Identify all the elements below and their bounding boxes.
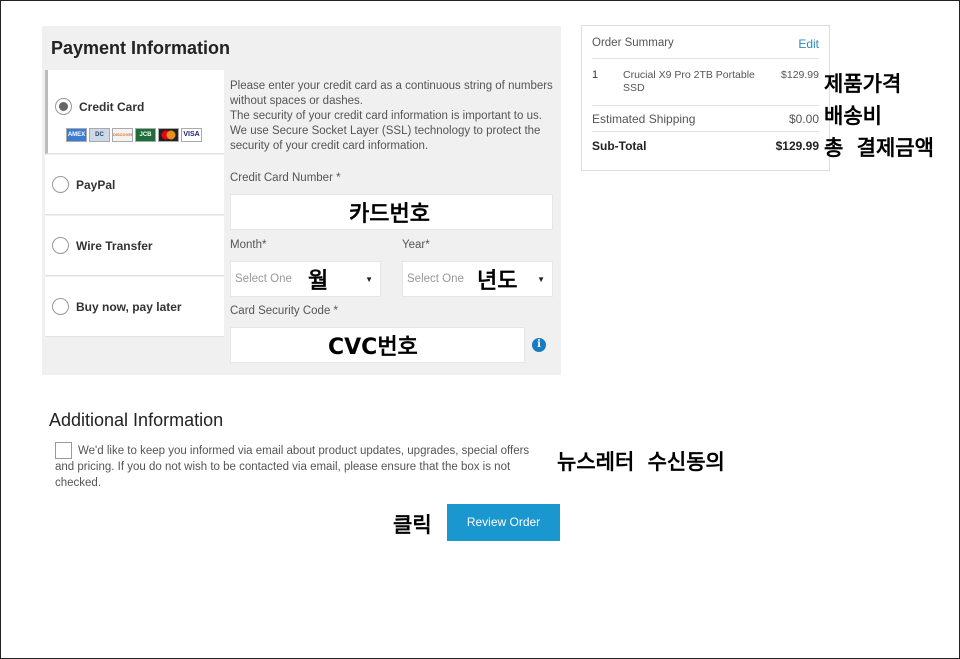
annotation-card-number: 카드번호 <box>349 202 430 227</box>
annotation-month: 월 <box>308 269 329 294</box>
buy-now-pay-later-radio[interactable] <box>52 298 69 315</box>
order-summary-title: Order Summary <box>592 37 674 49</box>
mastercard-logo <box>158 128 179 142</box>
item-price: $129.99 <box>781 69 819 81</box>
wire-transfer-radio[interactable] <box>52 237 69 254</box>
annotation-product-price: 제품가격 <box>824 72 902 96</box>
card-logos: AMEX DC DISCOVER JCB VISA <box>66 128 202 142</box>
annotation-newsletter: 뉴스레터 수신동의 <box>557 450 725 474</box>
divider <box>592 105 819 106</box>
credit-card-radio[interactable] <box>55 98 72 115</box>
newsletter-optin-text: We'd like to keep you informed via email… <box>55 445 530 489</box>
payment-panel: Payment Information Credit Card AMEX DC … <box>42 26 561 375</box>
jcb-logo: JCB <box>135 128 156 142</box>
year-placeholder: Select One <box>407 273 464 285</box>
annotation-click: 클릭 <box>393 513 432 537</box>
subtotal-label: Sub-Total <box>592 139 647 153</box>
annotation-year: 년도 <box>477 269 518 294</box>
order-summary: Order Summary Edit 1 Crucial X9 Pro 2TB … <box>581 25 830 171</box>
method-wire-transfer[interactable]: Wire Transfer <box>45 216 224 276</box>
amex-logo: AMEX <box>66 128 87 142</box>
month-select[interactable]: Select One ▼ <box>230 261 381 297</box>
method-label: Buy now, pay later <box>76 300 182 314</box>
divider <box>592 58 819 59</box>
item-quantity: 1 <box>592 69 599 81</box>
annotation-shipping: 배송비 <box>824 104 882 128</box>
method-label: Credit Card <box>79 100 145 114</box>
subtotal-value: $129.99 <box>775 139 819 153</box>
divider <box>592 131 819 132</box>
method-label: Wire Transfer <box>76 239 153 253</box>
paypal-radio[interactable] <box>52 176 69 193</box>
review-order-button[interactable]: Review Order <box>447 504 560 541</box>
card-instructions: Please enter your credit card as a conti… <box>230 80 553 152</box>
month-label: Month* <box>230 239 267 251</box>
method-paypal[interactable]: PayPal <box>45 155 224 215</box>
payment-title: Payment Information <box>51 38 231 58</box>
visa-logo: VISA <box>181 128 202 142</box>
payment-methods: Credit Card AMEX DC DISCOVER JCB VISA Pa… <box>45 70 224 338</box>
annotation-total: 총 결제금액 <box>824 136 934 160</box>
method-label: PayPal <box>76 178 116 192</box>
chevron-down-icon: ▼ <box>365 275 373 284</box>
diners-logo: DC <box>89 128 110 142</box>
edit-link[interactable]: Edit <box>798 37 819 51</box>
cvc-label: Card Security Code * <box>230 305 339 317</box>
info-icon[interactable]: i <box>532 338 546 352</box>
item-name: Crucial X9 Pro 2TB Portable SSD <box>623 69 755 94</box>
year-label: Year* <box>402 239 430 251</box>
chevron-down-icon: ▼ <box>537 275 545 284</box>
card-number-label: Credit Card Number * <box>230 172 341 184</box>
discover-logo: DISCOVER <box>112 128 133 142</box>
shipping-value: $0.00 <box>788 112 819 126</box>
newsletter-checkbox[interactable] <box>55 442 72 459</box>
annotation-cvc: CVC번호 <box>328 335 418 360</box>
month-placeholder: Select One <box>235 273 292 285</box>
method-buy-now-pay-later[interactable]: Buy now, pay later <box>45 277 224 337</box>
additional-info-title: Additional Information <box>49 410 224 430</box>
method-credit-card[interactable]: Credit Card AMEX DC DISCOVER JCB VISA <box>45 70 224 154</box>
shipping-label: Estimated Shipping <box>592 112 696 126</box>
